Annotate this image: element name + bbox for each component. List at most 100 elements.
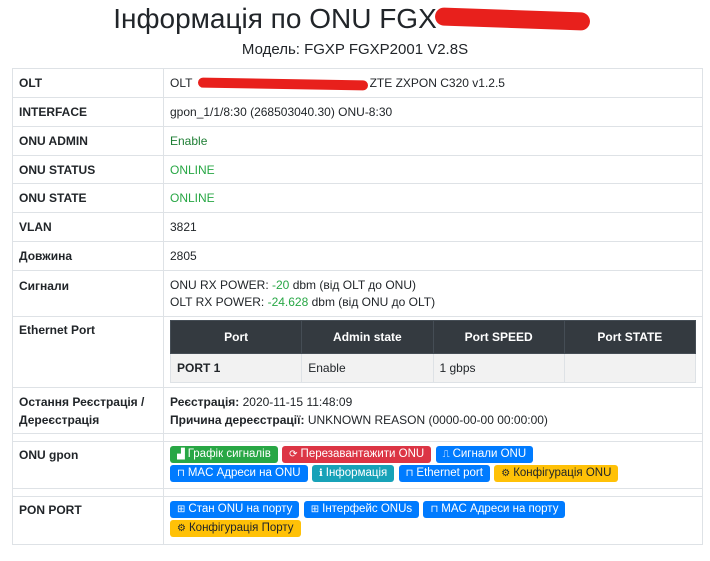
deregistration-label: Причина дереєстрації: [170,412,305,427]
table-row-onu-admin: ONU ADMIN Enable [12,126,703,156]
page-title: Інформація по ONU FGX [0,2,710,36]
redaction-mark [434,7,591,31]
row-label-ethernet: Ethernet Port [12,316,164,388]
mac-addresses-port-button[interactable]: ⊓ MAC Адреси на порту [423,501,566,518]
table-row-signals: Сигнали ONU RX POWER: -20 dbm (від OLT д… [12,270,703,317]
row-value-ethernet: Port Admin state Port SPEED Port STATE P… [163,316,703,388]
deregistration-value: UNKNOWN REASON (0000-00-00 00:00:00) [304,412,548,427]
ethernet-icon: ⊓ [430,504,439,515]
onu-rx-value: -20 [272,277,290,292]
row-value-onu-state: ONLINE [163,183,703,213]
row-label-onu-status: ONU STATUS [12,155,164,184]
row-label-length: Довжина [12,241,164,271]
row-label-vlan: VLAN [12,212,164,242]
table-row-ethernet: Ethernet Port Port Admin state Port SPEE… [12,316,703,388]
row-label-signals: Сигнали [12,270,164,317]
button-label: Конфігурація ONU [513,467,612,479]
mac-addresses-onu-button[interactable]: ⊓ MAC Адреси на ONU [170,465,308,482]
button-label: Сигнали ONU [452,448,527,460]
chart-icon: ▟ [177,449,185,460]
page-subtitle: Модель: FGXP FGXP2001 V2.8S [241,41,469,58]
registration-line: Реєстрація: 2020-11-15 11:48:09 [170,393,696,411]
table-row-vlan: VLAN 3821 [12,212,703,242]
olt-rx-power: OLT RX POWER: -24.628 dbm (від ONU до OL… [170,294,696,311]
onu-rx-power: ONU RX POWER: -20 dbm (від OLT до ONU) [170,277,696,294]
signal-graph-button[interactable]: ▟ Графік сигналів [170,446,278,463]
sitemap-icon: ⊞ [177,504,186,515]
row-label-onu-state: ONU STATE [12,183,164,213]
sitemap-icon: ⊞ [310,504,320,515]
row-value-registration: Реєстрація: 2020-11-15 11:48:09 Причина … [163,387,703,434]
table-row-length: Довжина 2805 [12,241,703,271]
olt-rx-label: OLT RX POWER: [170,294,268,309]
button-label: Ethernet port [416,467,483,479]
button-label: Стан ONU на порту [188,503,293,515]
olt-rx-value: -24.628 [267,294,309,309]
page-title-text: Інформація по ONU FGX [113,3,437,34]
onu-info-table: OLT OLT ZTE ZXPON C320 v1.2.5 INTERFACE … [12,68,703,545]
pon-port-buttons: ⊞ Стан ONU на порту ⊞ Інтерфейс ONUs ⊓ MAC … [163,496,703,545]
olt-prefix: OLT [170,76,196,90]
row-label-olt: OLT [12,68,164,98]
onu-gpon-buttons: ▟ Графік сигналів ⟳ Перезавантажити ONU ⎍ С… [163,441,703,489]
refresh-icon: ⟳ [289,449,298,460]
cell-admin-state: Enable [301,353,434,383]
row-value-signals: ONU RX POWER: -20 dbm (від OLT до ONU) O… [163,270,703,317]
registration-label: Реєстрація: [170,394,240,409]
cell-port: PORT 1 [169,353,303,383]
button-label: Конфігурація Порту [188,522,294,534]
deregistration-line: Причина дереєстрації: UNKNOWN REASON (00… [170,411,696,429]
button-label: Графік сигналів [187,448,271,460]
table-row-pon-port: PON PORT ⊞ Стан ONU на порту ⊞ Інтерфейс O… [12,496,703,545]
gears-icon: ⚙ [177,523,186,534]
row-value-length: 2805 [163,241,703,271]
column-header-admin-state: Admin state [301,320,434,354]
spacer-cell [163,488,703,497]
port-config-button[interactable]: ⚙ Конфігурація Порту [170,520,301,537]
registration-value: 2020-11-15 11:48:09 [239,394,353,409]
spacer-cell [12,488,164,497]
table-row: PORT 1 Enable 1 gbps [169,353,697,383]
onu-signals-button[interactable]: ⎍ Сигнали ONU [435,446,534,463]
button-label: Інформація [325,467,388,479]
interface-onus-button[interactable]: ⊞ Інтерфейс ONUs [303,501,420,518]
gears-icon: ⚙ [501,468,511,479]
ethernet-icon: ⊓ [405,468,414,479]
olt-suffix: ZTE ZXPON C320 v1.2.5 [369,76,505,90]
column-header-port: Port [169,320,303,354]
onu-rx-label: ONU RX POWER: [170,277,273,292]
column-header-port-speed: Port SPEED [432,320,565,354]
row-value-interface: gpon_1/1/8:30 (268503040.30) ONU-8:30 [163,97,703,127]
button-label: MAC Адреси на порту [441,503,559,515]
information-button[interactable]: ℹ Інформація [311,465,395,482]
signal-icon: ⎍ [442,449,450,460]
onu-config-button[interactable]: ⚙ Конфігурація ONU [494,465,619,482]
table-row-onu-state: ONU STATE ONLINE [12,183,703,213]
row-label-pon-port: PON PORT [12,496,164,545]
ethernet-header-row: Port Admin state Port SPEED Port STATE [169,320,697,354]
table-row-interface: INTERFACE gpon_1/1/8:30 (268503040.30) O… [12,97,703,127]
row-label-onu-admin: ONU ADMIN [12,126,164,156]
button-label: Перезавантажити ONU [300,448,425,460]
button-label: MAC Адреси на ONU [187,467,301,479]
table-row-registration: Остання Реєстрація / Дереєстрація Реєстр… [12,387,703,434]
row-value-vlan: 3821 [163,212,703,242]
row-label-onu-gpon: ONU gpon [12,441,164,489]
info-icon: ℹ [318,468,323,479]
ethernet-port-table: Port Admin state Port SPEED Port STATE P… [169,320,697,383]
table-row-spacer [12,488,703,497]
button-label: Інтерфейс ONUs [322,503,413,515]
row-value-onu-admin: Enable [163,126,703,156]
column-header-port-state: Port STATE [563,320,697,354]
redaction-mark [197,77,368,91]
table-row-spacer [12,433,703,442]
ethernet-port-button[interactable]: ⊓ Ethernet port [398,465,490,482]
cell-port-state [563,353,697,383]
table-row-onu-gpon: ONU gpon ▟ Графік сигналів ⟳ Перезавантажи… [12,441,703,489]
ethernet-icon: ⊓ [177,468,185,479]
table-row-onu-status: ONU STATUS ONLINE [12,155,703,184]
spacer-cell [12,433,164,442]
olt-rx-suffix: dbm (від ONU до OLT) [308,294,436,309]
reboot-onu-button[interactable]: ⟳ Перезавантажити ONU [282,446,432,463]
onu-state-on-port-button[interactable]: ⊞ Стан ONU на порту [170,501,300,518]
